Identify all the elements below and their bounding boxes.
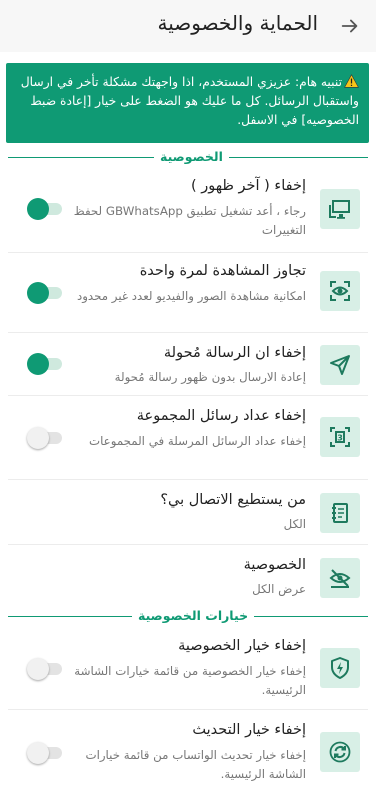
refresh-icon	[329, 741, 351, 763]
counter-icon: 3	[330, 427, 350, 447]
shield-icon	[331, 657, 349, 679]
setting-hide-forwarded[interactable]: إخفاء ان الرسالة مُحولة إعادة الارسال بد…	[0, 333, 376, 396]
page-title: الحماية والخصوصية	[157, 11, 319, 35]
setting-who-can-call[interactable]: من يستطيع الاتصال بي؟ الكل	[0, 480, 376, 545]
setting-title: الخصوصية	[243, 557, 306, 573]
setting-title: إخفاء عداد رسائل المجموعة	[136, 408, 306, 424]
alert-banner: تنبيه هام: عزيزي المستخدم، اذا واجهتك مش…	[6, 63, 369, 143]
alert-text: تنبيه هام: عزيزي المستخدم، اذا واجهتك مش…	[20, 75, 359, 127]
setting-hide-last-seen[interactable]: إخفاء ( آخر ظهور ) رجاء ، أعد تشغيل تطبي…	[0, 166, 376, 253]
setting-privacy[interactable]: الخصوصية عرض الكل	[0, 545, 376, 609]
section-label-privacy: الخصوصية	[154, 149, 229, 165]
setting-subtitle: عرض الكل	[252, 582, 306, 596]
svg-text:3: 3	[337, 434, 343, 443]
section-label-privacy-options: خيارات الخصوصية	[132, 608, 255, 624]
setting-subtitle: امكانية مشاهدة الصور والفيديو لعدد غير م…	[76, 289, 306, 303]
toggle-hide-forwarded[interactable]	[27, 353, 64, 375]
setting-title: إخفاء خيار التحديث	[192, 722, 306, 738]
setting-hide-update-option[interactable]: إخفاء خيار التحديث إخفاء خيار تحديث الوا…	[0, 710, 376, 797]
setting-subtitle: إخفاء خيار الخصوصية من قائمة خيارات الشا…	[74, 664, 306, 697]
toggle-hide-privacy-option[interactable]	[27, 658, 64, 680]
app-bar: الحماية والخصوصية	[0, 0, 376, 52]
eye-scan-icon	[330, 281, 350, 301]
setting-subtitle: الكل	[283, 517, 306, 531]
setting-title: من يستطيع الاتصال بي؟	[160, 492, 306, 508]
warning-icon	[344, 74, 359, 88]
toggle-hide-update-option[interactable]	[27, 742, 64, 764]
setting-bypass-view-once[interactable]: تجاوز المشاهدة لمرة واحدة امكانية مشاهدة…	[0, 253, 376, 333]
section-privacy-options: خيارات الخصوصية	[0, 608, 376, 624]
setting-subtitle: إخفاء عداد الرسائل المرسلة في المجموعات	[88, 434, 306, 448]
setting-title: إخفاء ( آخر ظهور )	[190, 178, 306, 194]
hidden-eye-icon	[329, 569, 351, 588]
toggle-bypass-view-once[interactable]	[27, 282, 64, 304]
setting-title: إخفاء خيار الخصوصية	[178, 638, 306, 654]
section-privacy: الخصوصية	[0, 149, 376, 165]
send-icon	[330, 355, 350, 375]
monitor-icon	[329, 200, 350, 219]
setting-hide-group-counter[interactable]: 3 إخفاء عداد رسائل المجموعة إخفاء عداد ا…	[0, 396, 376, 480]
phonebook-icon	[332, 503, 348, 523]
toggle-hide-group-counter[interactable]	[27, 427, 64, 449]
back-button[interactable]	[330, 6, 370, 46]
setting-subtitle: رجاء ، أعد تشغيل تطبيق GBWhatsApp لحفظ ا…	[73, 204, 306, 237]
setting-hide-privacy-option[interactable]: إخفاء خيار الخصوصية إخفاء خيار الخصوصية …	[0, 626, 376, 710]
setting-title: إخفاء ان الرسالة مُحولة	[163, 345, 306, 361]
setting-subtitle: إعادة الارسال بدون ظهور رسالة مُحولة	[114, 370, 306, 384]
setting-subtitle: إخفاء خيار تحديث الواتساب من قائمة خيارا…	[85, 748, 306, 781]
arrow-right-icon	[341, 19, 358, 33]
setting-title: تجاوز المشاهدة لمرة واحدة	[139, 263, 306, 279]
toggle-hide-last-seen[interactable]	[27, 198, 64, 220]
